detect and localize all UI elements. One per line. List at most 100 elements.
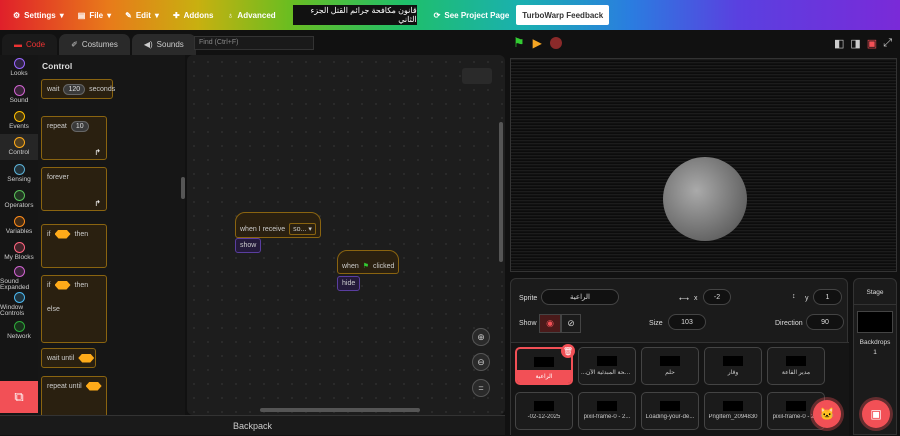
category-sound[interactable]: Sound (0, 81, 38, 107)
backpack[interactable]: Backpack (0, 415, 505, 435)
category-my-blocks[interactable]: My Blocks (0, 239, 38, 265)
block-palette: Control wait 120 seconds repeat 10 ↱ forever… (38, 55, 185, 415)
turbo-play-button[interactable]: ▶ (533, 36, 542, 50)
direction-input[interactable]: 90 (806, 314, 844, 330)
repeat-block[interactable]: repeat 10 ↱ (41, 116, 107, 160)
add-extension-button[interactable]: ⧉ (0, 381, 38, 413)
sprite-tile-name: Loading-your-de... (645, 414, 695, 420)
category-dot-icon (13, 137, 25, 149)
tab-sounds[interactable]: ◀) Sounds (131, 34, 196, 55)
code-icon: ▬ (14, 40, 22, 49)
sprite-tile[interactable]: وقار (704, 347, 762, 385)
sprite-tile-name: pixil-frame-0 - 2... (583, 414, 631, 420)
category-dot-icon (13, 110, 25, 122)
zoom-in-button[interactable]: ⊕ (472, 328, 490, 346)
repeat-until-block[interactable]: repeat until (41, 376, 107, 415)
puzzle-icon: ✚ (172, 10, 180, 20)
category-window-controls[interactable]: Window Controls (0, 291, 38, 318)
y-input[interactable]: 1 (813, 289, 842, 305)
condition-slot[interactable] (54, 229, 71, 239)
fullscreen-button[interactable]: ⤢ (883, 37, 892, 50)
see-project-label: See Project Page (444, 10, 510, 20)
stop-button[interactable] (549, 37, 562, 49)
message-dropdown[interactable]: so... ▾ (289, 223, 316, 235)
category-looks[interactable]: Looks (0, 55, 38, 81)
sprite-thumbnail (534, 357, 554, 367)
small-stage-button[interactable]: ◧ (834, 37, 844, 50)
repeat-text: repeat (47, 122, 67, 130)
sprite-tile[interactable]: ...ل الصحة المبدئية الآن (578, 347, 636, 385)
show-sprite-button[interactable]: ◉ (539, 314, 561, 333)
sprite-tile[interactable]: -02-12-2025 (515, 392, 573, 430)
see-project-button[interactable]: ⟳ See Project Page (427, 0, 517, 30)
category-variables[interactable]: Variables (0, 213, 38, 239)
hide-sprite-button[interactable]: ⊘ (561, 314, 581, 333)
sprite-name-input[interactable]: الراعية (541, 289, 619, 305)
category-sensing[interactable]: Sensing (0, 160, 38, 186)
category-events[interactable]: Events (0, 108, 38, 134)
normal-stage-button[interactable]: ◨ (850, 37, 860, 50)
advanced-menu[interactable]: ♁ Advanced (220, 0, 282, 30)
add-sprite-button[interactable]: 🐱 (813, 400, 841, 428)
file-menu[interactable]: ▤ File ▾ (71, 0, 118, 30)
category-label: Variables (5, 228, 33, 236)
script-workspace[interactable]: when I receive so... ▾ show when ⚑ clicked … (187, 55, 505, 415)
category-network[interactable]: Network (0, 318, 38, 344)
sprite-tile[interactable]: pixil-frame-0 - 2... (578, 392, 636, 430)
zoom-reset-button[interactable]: = (472, 379, 490, 397)
category-label: Events (9, 122, 29, 130)
sprite-info-pane: Sprite الراعية ⟷ x -2 ↕ y 1 Show ◉ ⊘ Siz… (510, 278, 849, 436)
sprite-list: الراعية 🗑 ...ل الصحة المبدئية الآن حلم وقار م… (511, 342, 849, 436)
if-then-block[interactable]: if then (41, 224, 107, 268)
condition-slot[interactable] (85, 381, 102, 391)
workspace-hscrollbar[interactable] (260, 408, 420, 412)
stage-selector[interactable]: Stage Backdrops 1 ▣ (853, 278, 897, 435)
wait-block[interactable]: wait 120 seconds (41, 79, 115, 99)
condition-slot[interactable] (78, 353, 95, 363)
tab-code[interactable]: ▬ Code (2, 34, 58, 55)
condition-slot[interactable] (54, 280, 71, 290)
zoom-out-button[interactable]: ⊖ (472, 353, 490, 371)
category-label: Window Controls (0, 303, 25, 318)
forever-block[interactable]: forever ↱ (41, 167, 107, 211)
add-backdrop-button[interactable]: ▣ (862, 400, 890, 428)
category-label: Operators (4, 201, 34, 209)
show-block[interactable]: show (235, 238, 262, 253)
category-operators[interactable]: Operators (0, 186, 38, 212)
edit-menu[interactable]: ✎ Edit ▾ (118, 0, 166, 30)
x-input[interactable]: -2 (703, 289, 731, 305)
forever-text: forever (47, 173, 69, 181)
when-text: when (342, 262, 359, 270)
category-control[interactable]: Control (0, 133, 38, 161)
stage-canvas[interactable] (510, 58, 897, 272)
find-input[interactable]: Find (Ctrl+F) (194, 36, 314, 50)
gear-icon: ⚙ (13, 10, 21, 20)
x-axis-icon: ⟷ (679, 296, 690, 303)
size-input[interactable]: 103 (668, 314, 706, 330)
workspace-vscrollbar[interactable] (499, 122, 503, 262)
stage-title: Stage (854, 279, 896, 305)
large-stage-button[interactable]: ▣ (867, 37, 877, 50)
category-label: Sensing (7, 175, 31, 183)
feedback-button[interactable]: TurboWarp Feedback (516, 5, 610, 25)
sprite-tile[interactable]: PngItem_2094830 (704, 392, 762, 430)
wait-input[interactable]: 120 (63, 83, 86, 95)
if-else-block[interactable]: if then else (41, 275, 107, 343)
palette-scrollbar[interactable] (181, 177, 185, 199)
when-i-receive-block[interactable]: when I receive so... ▾ (235, 212, 321, 238)
project-title-input[interactable]: قانون مكافحة جرائم القتل الجزء الثاني (292, 5, 417, 25)
backdrops-count: 1 (873, 349, 877, 356)
when-flag-clicked-block[interactable]: when ⚑ clicked (337, 250, 400, 274)
category-sound-expanded[interactable]: Sound Expanded (0, 265, 38, 291)
settings-menu[interactable]: ⚙ Settings ▾ (6, 0, 71, 30)
wait-until-block[interactable]: wait until (41, 348, 96, 368)
tab-costumes[interactable]: ✐ Costumes (59, 34, 130, 55)
hide-block[interactable]: hide (337, 276, 361, 291)
addons-menu[interactable]: ✚ Addons (166, 0, 220, 30)
sprite-tile[interactable]: حلم (641, 347, 699, 385)
sprite-tile[interactable]: مدير القاعة (767, 347, 825, 385)
repeat-input[interactable]: 10 (70, 120, 89, 132)
sprite-tile[interactable]: Loading-your-de... (641, 392, 699, 430)
delete-sprite-icon[interactable]: 🗑 (561, 344, 575, 358)
green-flag-button[interactable]: ⚑ (513, 35, 525, 51)
